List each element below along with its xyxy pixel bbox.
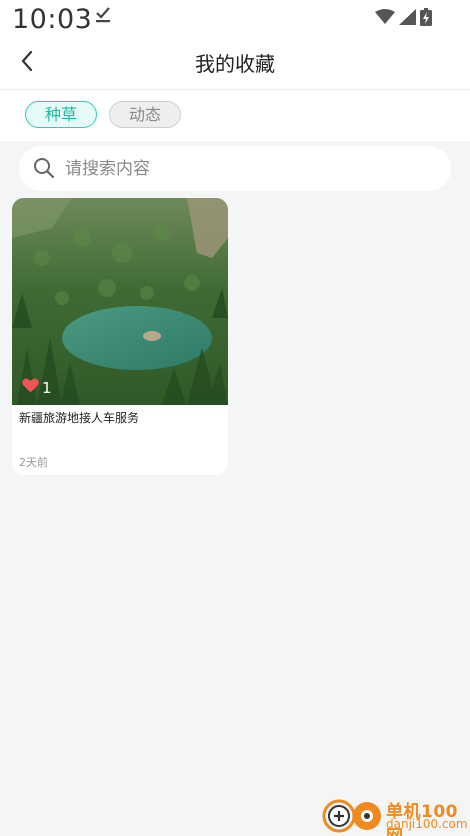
wifi-icon: [375, 9, 395, 29]
watermark-url: danji100.com: [386, 817, 468, 831]
post-time: 2天前: [19, 456, 48, 469]
watermark: 单机100网 danji100.com: [322, 795, 470, 836]
tab-zhongcao[interactable]: 种草: [25, 101, 97, 128]
download-done-icon: [95, 6, 111, 28]
like-count: 1: [42, 378, 52, 397]
post-title: 新疆旅游地接人车服务: [19, 411, 140, 425]
heart-icon: [22, 378, 39, 397]
cell-signal-icon: [399, 9, 416, 29]
tab-bar: 种草 动态: [0, 90, 470, 141]
battery-charging-icon: [420, 8, 432, 30]
app-header: 我的收藏: [0, 40, 470, 90]
forest-lake-photo: [12, 198, 228, 405]
tab-dongtai[interactable]: 动态: [109, 101, 181, 128]
search-icon: [33, 157, 55, 183]
status-icons: [375, 8, 432, 30]
page-title: 我的收藏: [195, 52, 275, 76]
status-time: 10:03: [12, 4, 93, 35]
search-input[interactable]: [65, 146, 435, 191]
like-indicator[interactable]: 1: [22, 378, 52, 397]
danji-logo-icon: [322, 797, 384, 836]
post-card[interactable]: 1 新疆旅游地接人车服务 2天前: [12, 198, 228, 475]
search-bar: [19, 146, 451, 191]
status-bar: 10:03: [0, 0, 470, 40]
